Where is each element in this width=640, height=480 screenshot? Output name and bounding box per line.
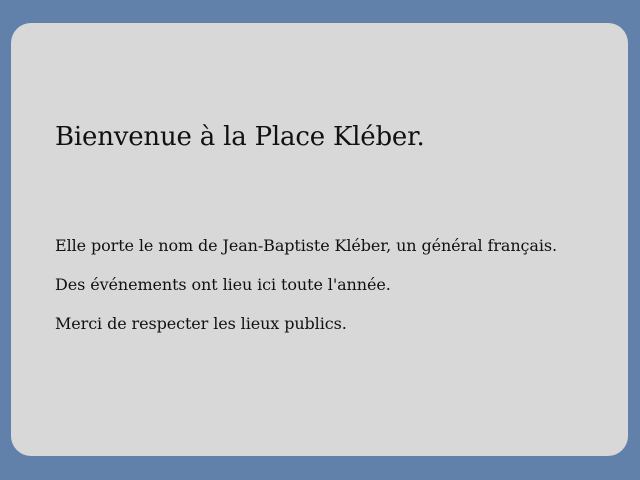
body-text-line: Merci de respecter les lieux publics. <box>55 314 347 333</box>
page-title: Bienvenue à la Place Kléber. <box>55 122 425 152</box>
content-panel: Bienvenue à la Place Kléber. Elle porte … <box>11 23 628 456</box>
body-text-line: Elle porte le nom de Jean-Baptiste Klébe… <box>55 236 557 255</box>
body-text-line: Des événements ont lieu ici toute l'anné… <box>55 275 391 294</box>
